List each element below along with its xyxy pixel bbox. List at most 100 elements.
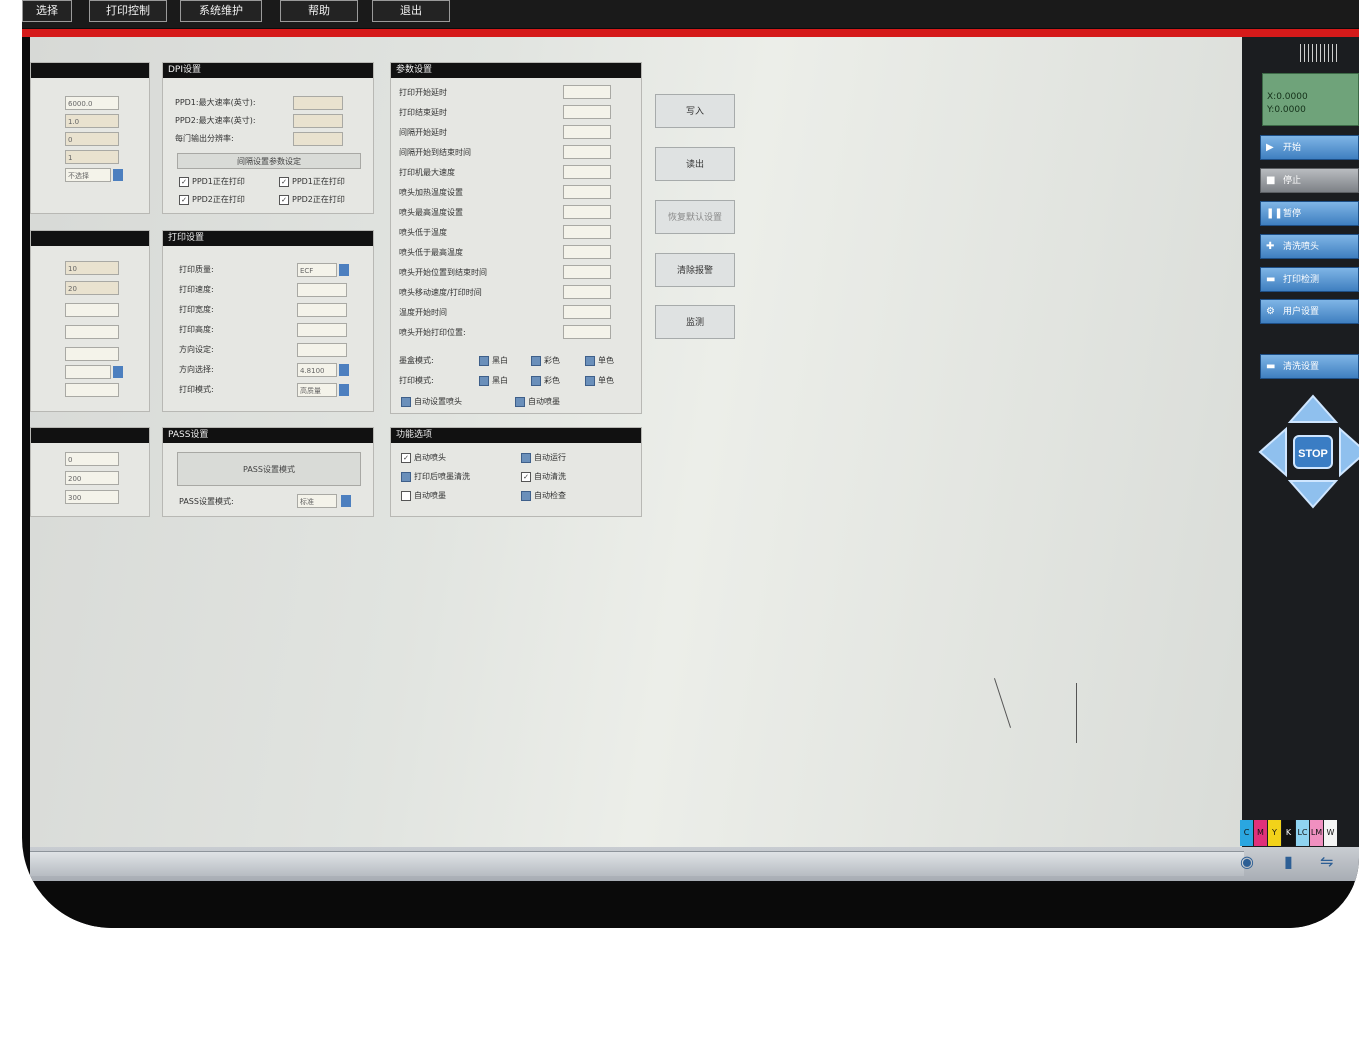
dpi-field-2[interactable] [293, 114, 343, 128]
arrow-left-icon[interactable] [1258, 426, 1287, 478]
print-row-label: 打印质量: [179, 265, 214, 274]
left-bottom-field-2[interactable]: 200 [65, 471, 119, 485]
left-mid-field-2[interactable]: 20 [65, 281, 119, 295]
ink-check-2[interactable]: 彩色 [531, 355, 560, 366]
menu-help[interactable]: 帮助 [280, 0, 358, 22]
print-speed-field[interactable] [297, 283, 347, 297]
func-check-5[interactable]: 自动喷墨 [401, 490, 446, 501]
check-label: 自动设置喷头 [414, 397, 462, 406]
param-field[interactable] [563, 285, 611, 299]
left-bottom-field-3[interactable]: 300 [65, 490, 119, 504]
mode-check-1[interactable]: 黑白 [479, 375, 508, 386]
write-button[interactable]: 写入 [655, 94, 735, 128]
left-mid-select[interactable] [65, 365, 111, 379]
param-field[interactable] [563, 165, 611, 179]
pass-select[interactable]: 标准 [297, 494, 337, 508]
param-field[interactable] [563, 265, 611, 279]
chevron-down-icon[interactable] [339, 384, 349, 396]
pause-button[interactable]: ❚❚ 暂停 [1260, 201, 1359, 226]
param-field[interactable] [563, 225, 611, 239]
bezel-bottom [22, 884, 1359, 928]
interval-settings-button[interactable]: 间隔设置参数设定 [177, 153, 361, 169]
arrow-down-icon[interactable] [1287, 480, 1339, 509]
start-button[interactable]: ▶ 开始 [1260, 135, 1359, 160]
dpi-check-1[interactable]: ✓ PPD1正在打印 [179, 176, 245, 187]
chevron-down-icon[interactable] [339, 364, 349, 376]
menu-system-maintenance[interactable]: 系统维护 [180, 0, 262, 22]
chevron-down-icon[interactable] [339, 264, 349, 276]
eye-icon[interactable]: ◉ [1240, 852, 1254, 871]
auto-head-check[interactable]: 自动设置喷头 [401, 396, 462, 407]
left-field-2[interactable]: 1.0 [65, 114, 119, 128]
direction-field[interactable] [297, 343, 347, 357]
settings-icon: ▬ [1266, 361, 1276, 372]
menu-exit[interactable]: 退出 [372, 0, 450, 22]
left-mid-field-5[interactable] [65, 347, 119, 361]
func-check-1[interactable]: ✓ 启动喷头 [401, 452, 446, 463]
param-panel-title: 参数设置 [391, 63, 641, 78]
param-row-label: 喷头开始打印位置: [399, 328, 466, 337]
ink-check-1[interactable]: 黑白 [479, 355, 508, 366]
param-field[interactable] [563, 305, 611, 319]
clear-alarm-button[interactable]: 清除报警 [655, 253, 735, 287]
dpi-check-2[interactable]: ✓ PPD1正在打印 [279, 176, 345, 187]
left-mid-field-6[interactable] [65, 383, 119, 397]
dpi-field-1[interactable] [293, 96, 343, 110]
menu-select[interactable]: 选择 [22, 0, 72, 22]
stop-pad-label: STOP [1298, 448, 1328, 460]
func-check-6[interactable]: 自动检查 [521, 490, 566, 501]
dpi-check-3[interactable]: ✓ PPD2正在打印 [179, 194, 245, 205]
ink-check-3[interactable]: 单色 [585, 355, 614, 366]
param-field[interactable] [563, 205, 611, 219]
left-field-1[interactable]: 6000.0 [65, 96, 119, 110]
stop-icon: ■ [1266, 175, 1276, 186]
mode-check-3[interactable]: 单色 [585, 375, 614, 386]
print-test-button[interactable]: ▬ 打印检测 [1260, 267, 1359, 292]
arrow-up-icon[interactable] [1287, 394, 1339, 423]
left-select[interactable]: 不选择 [65, 168, 111, 182]
param-field[interactable] [563, 105, 611, 119]
func-check-4[interactable]: ✓ 自动清洗 [521, 471, 566, 482]
clean-head-button[interactable]: ✚ 清洗喷头 [1260, 234, 1359, 259]
dpi-check-4[interactable]: ✓ PPD2正在打印 [279, 194, 345, 205]
auto-ink-check[interactable]: 自动喷墨 [515, 396, 560, 407]
restore-default-button[interactable]: 恢复默认设置 [655, 200, 735, 234]
clean-settings-button[interactable]: ▬ 清洗设置 [1260, 354, 1359, 379]
param-field[interactable] [563, 125, 611, 139]
print-width-field[interactable] [297, 303, 347, 317]
left-mid-field-3[interactable] [65, 303, 119, 317]
drive-icon[interactable]: ▮ [1284, 852, 1293, 871]
param-field[interactable] [563, 145, 611, 159]
arrow-right-icon[interactable] [1339, 426, 1359, 478]
left-panel-mid-header [31, 231, 149, 246]
user-settings-button[interactable]: ⚙ 用户设置 [1260, 299, 1359, 324]
stop-label: 停止 [1283, 176, 1302, 186]
func-check-2[interactable]: 自动运行 [521, 452, 566, 463]
print-mode-select[interactable]: 高质量 [297, 383, 337, 397]
monitor-button[interactable]: 监测 [655, 305, 735, 339]
param-field[interactable] [563, 245, 611, 259]
param-field[interactable] [563, 325, 611, 339]
direction-select[interactable]: 4.8100 [297, 363, 337, 377]
pass-mode-button[interactable]: PASS设置模式 [177, 452, 361, 486]
chevron-down-icon[interactable] [113, 366, 123, 378]
func-check-3[interactable]: 打印后喷墨清洗 [401, 471, 470, 482]
dpi-field-3[interactable] [293, 132, 343, 146]
left-bottom-field-1[interactable]: 0 [65, 452, 119, 466]
stop-button[interactable]: ■ 停止 [1260, 168, 1359, 193]
left-mid-field-1[interactable]: 10 [65, 261, 119, 275]
pass-panel: PASS设置 PASS设置模式 PASS设置模式: 标准 [162, 427, 374, 517]
print-quality-select[interactable]: ECF [297, 263, 337, 277]
read-button[interactable]: 读出 [655, 147, 735, 181]
left-field-4[interactable]: 1 [65, 150, 119, 164]
chevron-down-icon[interactable] [113, 169, 123, 181]
print-height-field[interactable] [297, 323, 347, 337]
menu-print-control[interactable]: 打印控制 [89, 0, 167, 22]
chevron-down-icon[interactable] [341, 495, 351, 507]
left-field-3[interactable]: 0 [65, 132, 119, 146]
param-field[interactable] [563, 185, 611, 199]
param-field[interactable] [563, 85, 611, 99]
left-mid-field-4[interactable] [65, 325, 119, 339]
mode-check-2[interactable]: 彩色 [531, 375, 560, 386]
usb-icon[interactable]: ⇋ [1320, 852, 1333, 871]
